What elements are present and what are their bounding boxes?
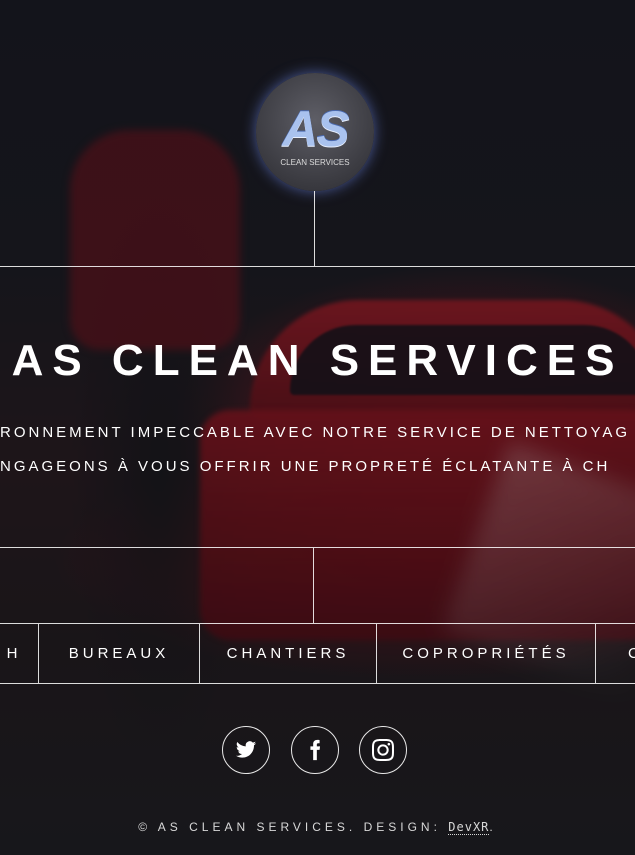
- divider: [314, 191, 315, 266]
- instagram-icon: [372, 739, 394, 761]
- footer: © AS CLEAN SERVICES. DESIGN: DevXR.: [0, 820, 635, 835]
- footer-suffix: .: [489, 820, 497, 834]
- twitter-link[interactable]: [222, 726, 270, 774]
- facebook-icon: [310, 739, 321, 761]
- nav-item-label: H: [6, 645, 22, 662]
- page-title: AS CLEAN SERVICES: [11, 336, 624, 385]
- tagline-line-2: NGAGEONS À VOUS OFFRIR UNE PROPRETÉ ÉCLA…: [0, 458, 611, 475]
- main-nav: H BUREAUX CHANTIERS COPROPRIÉTÉS C: [0, 623, 635, 684]
- instagram-link[interactable]: [359, 726, 407, 774]
- divider: [313, 548, 314, 623]
- logo-mark: AS: [282, 100, 349, 157]
- divider: [0, 547, 635, 548]
- nav-item-coproprietes[interactable]: COPROPRIÉTÉS: [377, 624, 596, 683]
- footer-copyright: © AS CLEAN SERVICES. DESIGN:: [138, 820, 449, 834]
- logo[interactable]: AS CLEAN SERVICES: [256, 73, 374, 191]
- page-content: AS CLEAN SERVICES AS CLEAN SERVICES RONN…: [0, 0, 635, 855]
- nav-item-label: CHANTIERS: [226, 645, 350, 662]
- logo-subtitle: CLEAN SERVICES: [280, 157, 350, 167]
- footer-design-link[interactable]: DevXR: [448, 820, 490, 835]
- nav-item-label: C: [628, 645, 635, 662]
- tagline: RONNEMENT IMPECCABLE AVEC NOTRE SERVICE …: [0, 424, 635, 441]
- nav-item-label: COPROPRIÉTÉS: [402, 645, 570, 662]
- twitter-icon: [235, 741, 257, 758]
- tagline-line-1: RONNEMENT IMPECCABLE AVEC NOTRE SERVICE …: [0, 424, 631, 441]
- nav-item-bureaux[interactable]: BUREAUX: [39, 624, 200, 683]
- tagline: NGAGEONS À VOUS OFFRIR UNE PROPRETÉ ÉCLA…: [0, 458, 635, 475]
- nav-item-partial-left[interactable]: H: [0, 624, 39, 683]
- divider: [0, 266, 635, 267]
- nav-item-partial-right[interactable]: C: [596, 624, 635, 683]
- facebook-link[interactable]: [291, 726, 339, 774]
- nav-item-chantiers[interactable]: CHANTIERS: [200, 624, 377, 683]
- nav-item-label: BUREAUX: [68, 645, 170, 662]
